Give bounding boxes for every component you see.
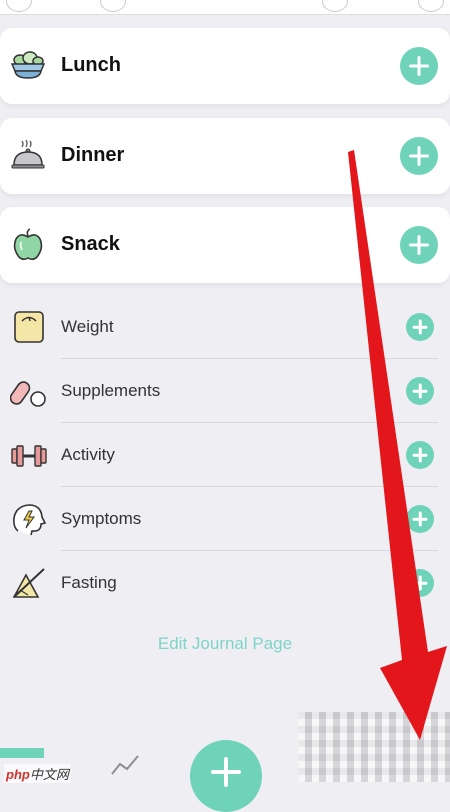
watermark-site: 中文网 — [29, 767, 69, 782]
meal-label: Lunch — [61, 54, 121, 76]
tab-nub — [100, 0, 126, 12]
add-activity-button[interactable] — [406, 441, 434, 469]
site-watermark: php中文网 — [4, 764, 71, 783]
tab-nub — [418, 0, 444, 12]
meal-label: Dinner — [61, 144, 125, 166]
tracker-row-supplements[interactable]: Supplements — [0, 359, 450, 423]
meal-card-snack[interactable]: Snack — [0, 207, 450, 283]
add-symptoms-button[interactable] — [406, 505, 434, 533]
meal-card-dinner[interactable]: Dinner — [0, 118, 450, 194]
top-tab-strip — [0, 0, 450, 15]
tracker-row-activity[interactable]: Activity — [0, 423, 450, 487]
tab-nub — [322, 0, 348, 12]
add-lunch-button[interactable] — [400, 47, 438, 85]
tracker-label: Activity — [61, 445, 115, 464]
pill-icon — [10, 381, 46, 407]
tracker-label: Supplements — [61, 381, 161, 400]
tracker-row-symptoms[interactable]: Symptoms — [0, 487, 450, 551]
watermark-php: php — [6, 767, 30, 782]
meal-card-lunch[interactable]: Lunch — [0, 28, 450, 104]
tracker-label: Fasting — [61, 573, 117, 592]
tracker-label: Symptoms — [61, 509, 142, 528]
edit-journal-page-link[interactable]: Edit Journal Page — [0, 634, 450, 654]
add-weight-button[interactable] — [406, 313, 434, 341]
add-entry-fab[interactable] — [190, 740, 262, 812]
tab-nub — [6, 0, 32, 12]
meal-label: Snack — [61, 233, 120, 255]
salad-bowl-icon — [10, 51, 46, 79]
add-supplements-button[interactable] — [406, 377, 434, 405]
journal-tab-icon[interactable] — [0, 748, 44, 758]
scale-icon — [14, 311, 44, 343]
head-bolt-icon — [13, 504, 47, 536]
fasting-icon — [12, 568, 45, 598]
add-dinner-button[interactable] — [400, 137, 438, 175]
tracker-row-fasting[interactable]: Fasting — [0, 551, 450, 615]
add-snack-button[interactable] — [400, 226, 438, 264]
cloche-icon — [11, 139, 45, 169]
trend-tab-icon[interactable] — [110, 752, 140, 778]
tracker-row-weight[interactable]: Weight — [0, 295, 450, 359]
pixelated-area — [298, 712, 450, 782]
tracker-label: Weight — [61, 317, 114, 336]
dumbbell-icon — [11, 445, 47, 467]
apple-icon — [13, 228, 43, 261]
add-fasting-button[interactable] — [406, 569, 434, 597]
